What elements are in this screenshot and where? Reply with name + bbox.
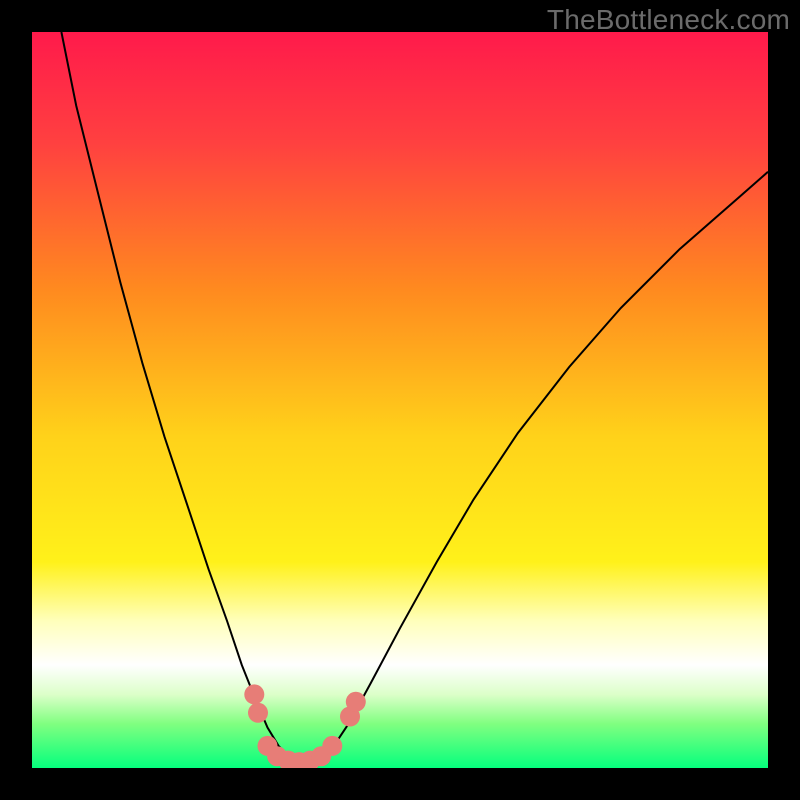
outer-frame: TheBottleneck.com	[0, 0, 800, 800]
plot-area	[32, 32, 768, 768]
marker-dot	[346, 692, 366, 712]
marker-dot	[322, 736, 342, 756]
marker-dot	[248, 703, 268, 723]
marker-dot	[244, 684, 264, 704]
chart-svg	[32, 32, 768, 768]
gradient-background	[32, 32, 768, 768]
